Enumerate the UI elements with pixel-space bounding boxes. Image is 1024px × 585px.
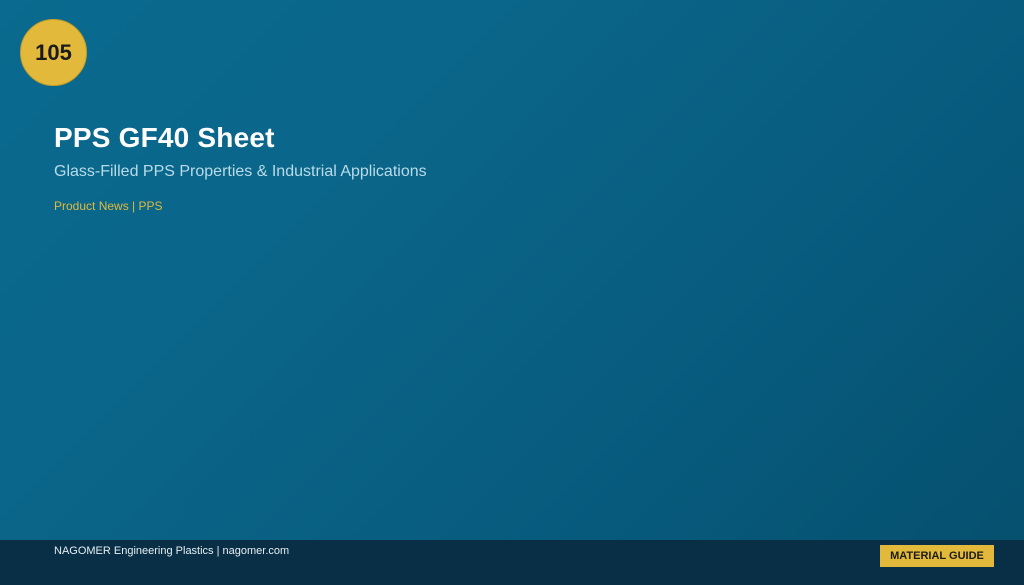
- footer-brand-text: NAGOMER Engineering Plastics | nagomer.c…: [54, 545, 290, 557]
- slide: 105 PPS GF40 Sheet Glass-Filled PPS Prop…: [0, 0, 1024, 585]
- number-badge: 105: [20, 19, 87, 86]
- page-title: PPS GF40 Sheet: [54, 122, 275, 153]
- material-guide-button[interactable]: MATERIAL GUIDE: [880, 545, 994, 567]
- footer-bar: NAGOMER Engineering Plastics | nagomer.c…: [0, 540, 1024, 585]
- page-subtitle: Glass-Filled PPS Properties & Industrial…: [54, 163, 427, 180]
- category-tagline: Product News | PPS: [54, 199, 163, 213]
- badge-number: 105: [35, 39, 72, 65]
